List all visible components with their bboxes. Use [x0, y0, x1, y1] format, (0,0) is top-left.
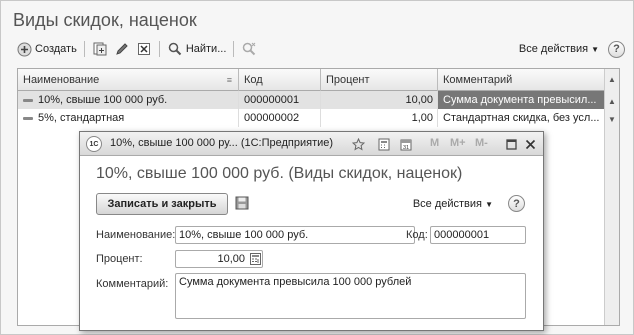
memory-add-button[interactable]: M+ — [450, 137, 466, 149]
dialog-heading: 10%, свыше 100 000 руб. (Виды скидок, на… — [96, 165, 463, 182]
toolbar: Создать Найти... Все действия ▼ ? — [13, 39, 625, 59]
toolbar-right: Все действия ▼ ? — [516, 39, 625, 59]
maximize-icon — [505, 138, 517, 150]
dialog-all-actions-label: Все действия — [412, 198, 483, 210]
code-field[interactable]: 000000001 — [430, 226, 526, 244]
star-icon — [351, 137, 365, 151]
scroll-up-icon[interactable]: ▲ — [605, 93, 619, 109]
column-header-name[interactable]: Наименование ≡ — [18, 69, 239, 91]
cell-percent: 10,00 — [321, 91, 438, 109]
cell-code: 000000001 — [239, 91, 321, 109]
column-header-code[interactable]: Код — [239, 69, 321, 91]
maximize-button[interactable] — [503, 136, 519, 152]
calculator-icon — [378, 138, 390, 150]
item-dialog: 1С 10%, свыше 100 000 ру... (1С:Предприя… — [79, 131, 544, 331]
cell-comment: Стандартная скидка, без усл... — [438, 109, 606, 127]
percent-label: Процент: — [96, 253, 143, 265]
column-header-comment[interactable]: Комментарий — [438, 69, 606, 91]
calendar-icon: 31 — [400, 139, 412, 151]
pencil-icon — [114, 41, 130, 57]
copy-button[interactable] — [89, 39, 111, 59]
calculator-icon[interactable] — [250, 253, 261, 265]
cell-name: 10%, свыше 100 000 руб. — [18, 91, 239, 109]
search-icon — [167, 41, 183, 57]
chevron-down-icon: ▼ — [591, 44, 599, 54]
delete-button[interactable] — [133, 39, 155, 59]
chevron-down-icon: ▼ — [485, 200, 493, 209]
toolbar-divider — [83, 41, 85, 57]
dialog-help-button[interactable]: ? — [508, 195, 525, 212]
scroll-up-icon[interactable]: ▲ — [605, 71, 619, 87]
cell-code: 000000002 — [239, 109, 321, 127]
dialog-title: 10%, свыше 100 000 ру... (1С:Предприятие… — [110, 137, 334, 149]
cell-percent: 1,00 — [321, 109, 438, 127]
find-label: Найти... — [185, 43, 227, 55]
close-button[interactable] — [522, 136, 538, 152]
toolbar-divider — [233, 41, 235, 57]
scroll-down-icon[interactable]: ▼ — [605, 111, 619, 127]
add-icon — [16, 41, 32, 57]
table-row[interactable]: 5%, стандартная 000000002 1,00 Стандартн… — [18, 109, 606, 127]
app-logo-icon: 1С — [86, 136, 102, 152]
create-button[interactable]: Создать — [13, 39, 80, 59]
create-label: Создать — [35, 43, 77, 55]
comment-field[interactable]: Сумма документа превысила 100 000 рублей — [175, 273, 526, 319]
calendar-button[interactable]: 31 — [398, 136, 414, 152]
cancel-search-button[interactable] — [238, 39, 260, 59]
memory-button[interactable]: M — [430, 137, 439, 149]
comment-label: Комментарий: — [96, 278, 169, 290]
name-label: Наименование: — [96, 229, 176, 241]
cell-comment: Сумма документа превысил... — [438, 91, 606, 109]
toolbar-divider — [158, 41, 160, 57]
name-field[interactable]: 10%, свыше 100 000 руб. — [175, 226, 415, 244]
favorite-button[interactable] — [350, 136, 366, 152]
svg-text:31: 31 — [403, 145, 409, 151]
cell-name: 5%, стандартная — [18, 109, 239, 127]
memory-subtract-button[interactable]: M- — [475, 137, 488, 149]
code-label: Код: — [406, 229, 428, 241]
all-actions-label: Все действия — [518, 43, 589, 55]
close-icon — [525, 139, 535, 149]
edit-button[interactable] — [111, 39, 133, 59]
table-row[interactable]: 10%, свыше 100 000 руб. 000000001 10,00 … — [18, 91, 606, 109]
sort-icon: ≡ — [226, 75, 232, 85]
calculator-button[interactable] — [376, 136, 392, 152]
floppy-disk-icon — [235, 196, 249, 210]
dialog-titlebar: 1С 10%, свыше 100 000 ру... (1С:Предприя… — [80, 132, 543, 156]
vertical-scrollbar[interactable]: ▲ ▲ ▼ — [604, 69, 619, 325]
copy-icon — [92, 41, 108, 57]
find-button[interactable]: Найти... — [164, 39, 230, 59]
item-marker-icon — [23, 116, 33, 120]
save-button[interactable] — [235, 196, 249, 210]
item-marker-icon — [23, 98, 33, 102]
page-title: Виды скидок, наценок — [13, 10, 197, 30]
all-actions-button[interactable]: Все действия ▼ — [516, 39, 602, 59]
delete-icon — [136, 41, 152, 57]
cancel-search-icon — [241, 41, 257, 57]
dialog-all-actions-button[interactable]: Все действия ▼ — [413, 198, 493, 210]
help-button[interactable]: ? — [608, 40, 625, 58]
table-header: Наименование ≡ Код Процент Комментарий — [18, 69, 619, 91]
column-header-percent[interactable]: Процент — [321, 69, 438, 91]
save-and-close-button[interactable]: Записать и закрыть — [96, 193, 228, 215]
